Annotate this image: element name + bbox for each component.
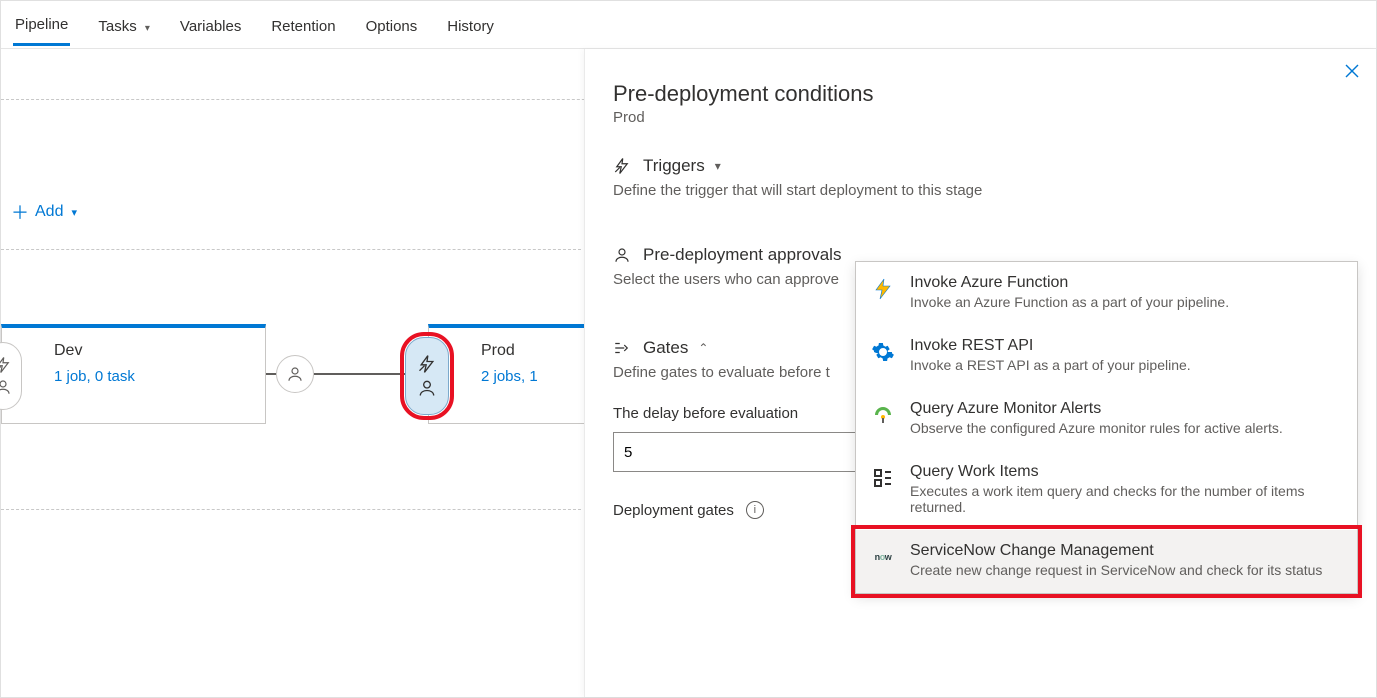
gate-option-title: Query Work Items (910, 463, 1343, 481)
user-icon (417, 378, 437, 398)
stage-jobs-link[interactable]: 1 job, 0 task (54, 368, 135, 385)
top-tab-bar: Pipeline Tasks ▾ Variables Retention Opt… (1, 1, 1376, 49)
gate-option-desc: Invoke a REST API as a part of your pipe… (910, 357, 1343, 373)
lightning-icon (417, 354, 437, 374)
workitems-icon (870, 465, 896, 491)
stage-jobs-link[interactable]: 2 jobs, 1 (481, 368, 538, 385)
gear-icon (870, 339, 896, 365)
add-stage-label: Add (35, 203, 63, 221)
chevron-down-icon: ▾ (145, 23, 150, 34)
close-icon (1344, 63, 1360, 79)
stage-name: Dev (54, 342, 249, 360)
user-icon (613, 246, 633, 264)
gate-option-servicenow[interactable]: now ServiceNow Change Management Create … (856, 530, 1357, 593)
deployment-gates-label: Deployment gates (613, 502, 734, 519)
post-deployment-button-dev[interactable] (276, 355, 314, 393)
gate-option-desc: Invoke an Azure Function as a part of yo… (910, 294, 1343, 310)
gate-option-work-items[interactable]: Query Work Items Executes a work item qu… (856, 451, 1357, 530)
section-label: Gates (643, 338, 688, 358)
section-triggers[interactable]: Triggers ▾ (613, 156, 1348, 176)
gate-option-title: ServiceNow Change Management (910, 542, 1343, 560)
lightning-icon (613, 157, 633, 175)
panel-title: Pre-deployment conditions (613, 81, 1348, 107)
gate-option-azure-function[interactable]: Invoke Azure Function Invoke an Azure Fu… (856, 262, 1357, 325)
stage-card-dev[interactable]: Dev 1 job, 0 task (1, 324, 266, 424)
gate-option-title: Invoke REST API (910, 337, 1343, 355)
tab-options[interactable]: Options (364, 5, 420, 45)
gate-icon (613, 339, 633, 357)
user-icon (286, 365, 304, 383)
user-icon (0, 378, 12, 396)
pre-deployment-panel: Pre-deployment conditions Prod Triggers … (584, 49, 1376, 697)
gate-option-title: Query Azure Monitor Alerts (910, 400, 1343, 418)
section-desc: Define the trigger that will start deplo… (613, 182, 1348, 199)
section-label: Pre-deployment approvals (643, 245, 841, 265)
tab-variables[interactable]: Variables (178, 5, 243, 45)
gate-option-title: Invoke Azure Function (910, 274, 1343, 292)
chevron-down-icon: ▾ (71, 206, 77, 219)
pre-deployment-button-dev[interactable] (0, 342, 22, 410)
panel-subtitle: Prod (613, 109, 1348, 126)
gate-option-rest-api[interactable]: Invoke REST API Invoke a REST API as a p… (856, 325, 1357, 388)
separator (1, 509, 581, 510)
pre-deployment-button-prod[interactable] (405, 337, 449, 415)
tab-retention[interactable]: Retention (269, 5, 337, 45)
gate-option-monitor-alerts[interactable]: Query Azure Monitor Alerts Observe the c… (856, 388, 1357, 451)
gate-option-desc: Observe the configured Azure monitor rul… (910, 420, 1343, 436)
pipeline-canvas: ＋ Add ▾ Dev 1 job, 0 task (1, 49, 1376, 697)
tab-pipeline[interactable]: Pipeline (13, 3, 70, 46)
info-icon[interactable]: i (746, 501, 764, 519)
chevron-up-icon: ⌃ (698, 341, 708, 355)
gate-option-desc: Create new change request in ServiceNow … (910, 562, 1343, 578)
chevron-down-icon: ▾ (715, 159, 721, 173)
servicenow-icon: now (870, 544, 896, 570)
section-label: Triggers (643, 156, 705, 176)
monitor-icon (870, 402, 896, 428)
azure-function-icon (870, 276, 896, 302)
tab-history[interactable]: History (445, 5, 496, 45)
tab-tasks[interactable]: Tasks ▾ (96, 5, 152, 45)
plus-icon: ＋ (11, 199, 29, 225)
separator (1, 249, 581, 250)
add-stage-button[interactable]: ＋ Add ▾ (11, 199, 77, 225)
gate-dropdown-menu: Invoke Azure Function Invoke an Azure Fu… (855, 261, 1358, 594)
stage-row: Dev 1 job, 0 task Prod 2 jobs, 1 (1, 314, 628, 434)
lightning-icon (0, 356, 12, 374)
connector-line (266, 373, 276, 375)
tab-tasks-label: Tasks (98, 18, 136, 35)
close-button[interactable] (1344, 63, 1360, 79)
gate-option-desc: Executes a work item query and checks fo… (910, 483, 1343, 515)
